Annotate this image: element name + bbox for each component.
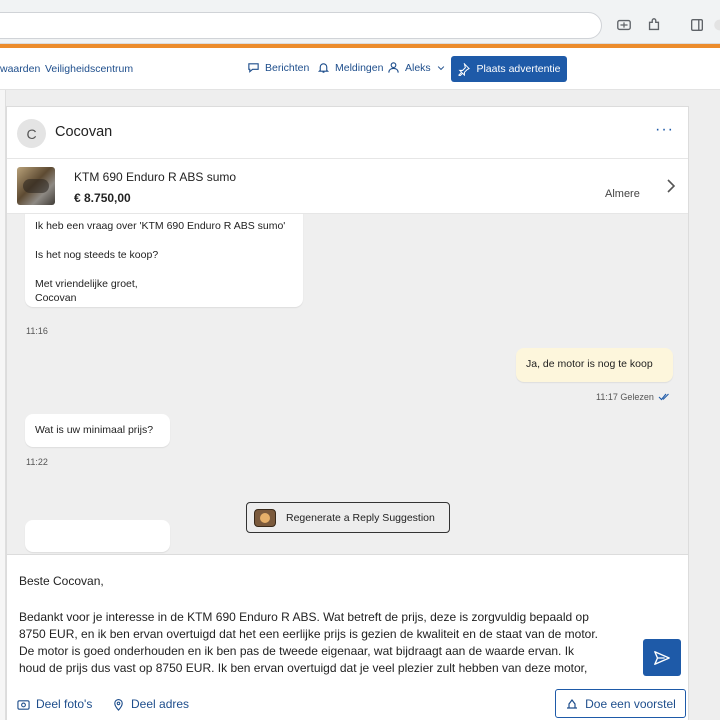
reply-line: houd de prijs dus vast op 8750 EUR. Ik b… [19, 661, 588, 675]
make-offer-button[interactable]: Doe een voorstel [555, 689, 686, 718]
message-line: Cocovan [35, 292, 77, 304]
message-line: Ja, de motor is nog te koop [526, 358, 653, 370]
send-icon [654, 650, 670, 665]
message-line: Is het nog steeds te koop? [35, 249, 159, 261]
conversation-name[interactable]: Cocovan [55, 124, 112, 140]
share-address-button[interactable]: Deel adres [112, 697, 189, 711]
chat-icon [248, 63, 259, 73]
assistant-logo-icon [254, 508, 276, 527]
profile-icon[interactable] [712, 16, 720, 34]
header-link-veiligheidscentrum[interactable]: Veiligheidscentrum [45, 63, 133, 75]
conversation-footer: Deel foto's Deel adres Doe een voorstel [7, 680, 688, 720]
reply-greeting: Beste Cocovan, [19, 574, 104, 588]
listing-title: KTM 690 Enduro R ABS sumo [74, 170, 237, 184]
regenerate-suggestion-button[interactable]: Regenerate a Reply Suggestion [246, 502, 450, 533]
user-menu[interactable]: Aleks [387, 61, 446, 74]
translate-icon[interactable] [615, 16, 633, 34]
notifications-link[interactable]: Meldingen [317, 61, 383, 74]
site-header: waarden Veiligheidscentrum Berichten Mel… [0, 48, 720, 90]
share-address-label: Deel adres [131, 697, 190, 711]
listing-summary[interactable]: KTM 690 Enduro R ABS sumo € 8.750,00 Alm… [7, 159, 688, 214]
header-link-voorwaarden[interactable]: waarden [0, 63, 40, 75]
message-bubble-incoming [25, 520, 170, 552]
user-icon [388, 62, 399, 73]
photo-icon [17, 699, 30, 710]
message-line: Met vriendelijke groet, [35, 278, 138, 290]
reply-textarea[interactable]: Beste Cocovan, Bedankt voor je interesse… [7, 554, 688, 680]
double-check-icon [658, 393, 669, 401]
reply-line: De motor is goed onderhouden en ik ben p… [19, 644, 575, 658]
message-bubble-outgoing: Ja, de motor is nog te koop [516, 348, 673, 382]
regenerate-label: Regenerate a Reply Suggestion [286, 511, 435, 524]
notifications-label: Meldingen [335, 61, 384, 74]
place-ad-button[interactable]: Plaats advertentie [451, 56, 567, 82]
message-line: Ik heb een vraag over 'KTM 690 Enduro R … [35, 220, 286, 232]
conversation-panel: C Cocovan ··· KTM 690 Enduro R ABS sumo … [6, 106, 689, 720]
share-photos-button[interactable]: Deel foto's [17, 697, 92, 711]
message-bubble-incoming: Ik heb een vraag over 'KTM 690 Enduro R … [25, 214, 303, 307]
more-options-icon[interactable]: ··· [655, 122, 675, 140]
user-label: Aleks [405, 61, 431, 74]
reply-line: Bedankt voor je interesse in de KTM 690 … [19, 610, 589, 624]
conversation-header: C Cocovan ··· [7, 107, 688, 159]
pin-icon [458, 62, 471, 76]
location-pin-icon [114, 698, 123, 711]
message-time-read: 11:17 Gelezen [596, 392, 654, 402]
place-ad-label: Plaats advertentie [476, 63, 561, 75]
make-offer-label: Doe een voorstel [585, 696, 676, 711]
listing-thumbnail [17, 167, 55, 205]
reply-line: 8750 EUR, en ik ben ervan overtuigd dat … [19, 627, 599, 641]
page-background [689, 90, 720, 720]
address-bar[interactable] [0, 12, 602, 39]
messages-label: Berichten [265, 61, 310, 74]
message-line: Wat is uw minimaal prijs? [35, 424, 154, 436]
message-time: 11:22 [26, 457, 48, 467]
sidebar-toggle-icon[interactable] [688, 16, 706, 34]
chevron-right-icon[interactable] [664, 178, 678, 194]
message-thread: Ik heb een vraag over 'KTM 690 Enduro R … [7, 214, 688, 554]
messages-link[interactable]: Berichten [247, 61, 309, 74]
avatar: C [17, 119, 46, 148]
bell-icon [317, 63, 330, 73]
listing-location: Almere [605, 188, 640, 200]
browser-toolbar [0, 0, 720, 44]
chevron-down-icon [437, 65, 444, 70]
send-button[interactable] [643, 639, 681, 676]
extensions-icon[interactable] [645, 16, 663, 34]
share-photos-label: Deel foto's [36, 697, 93, 711]
listing-price: € 8.750,00 [74, 191, 131, 205]
message-time: 11:16 [26, 326, 48, 336]
message-bubble-incoming: Wat is uw minimaal prijs? [25, 414, 170, 447]
offer-icon [567, 698, 578, 709]
